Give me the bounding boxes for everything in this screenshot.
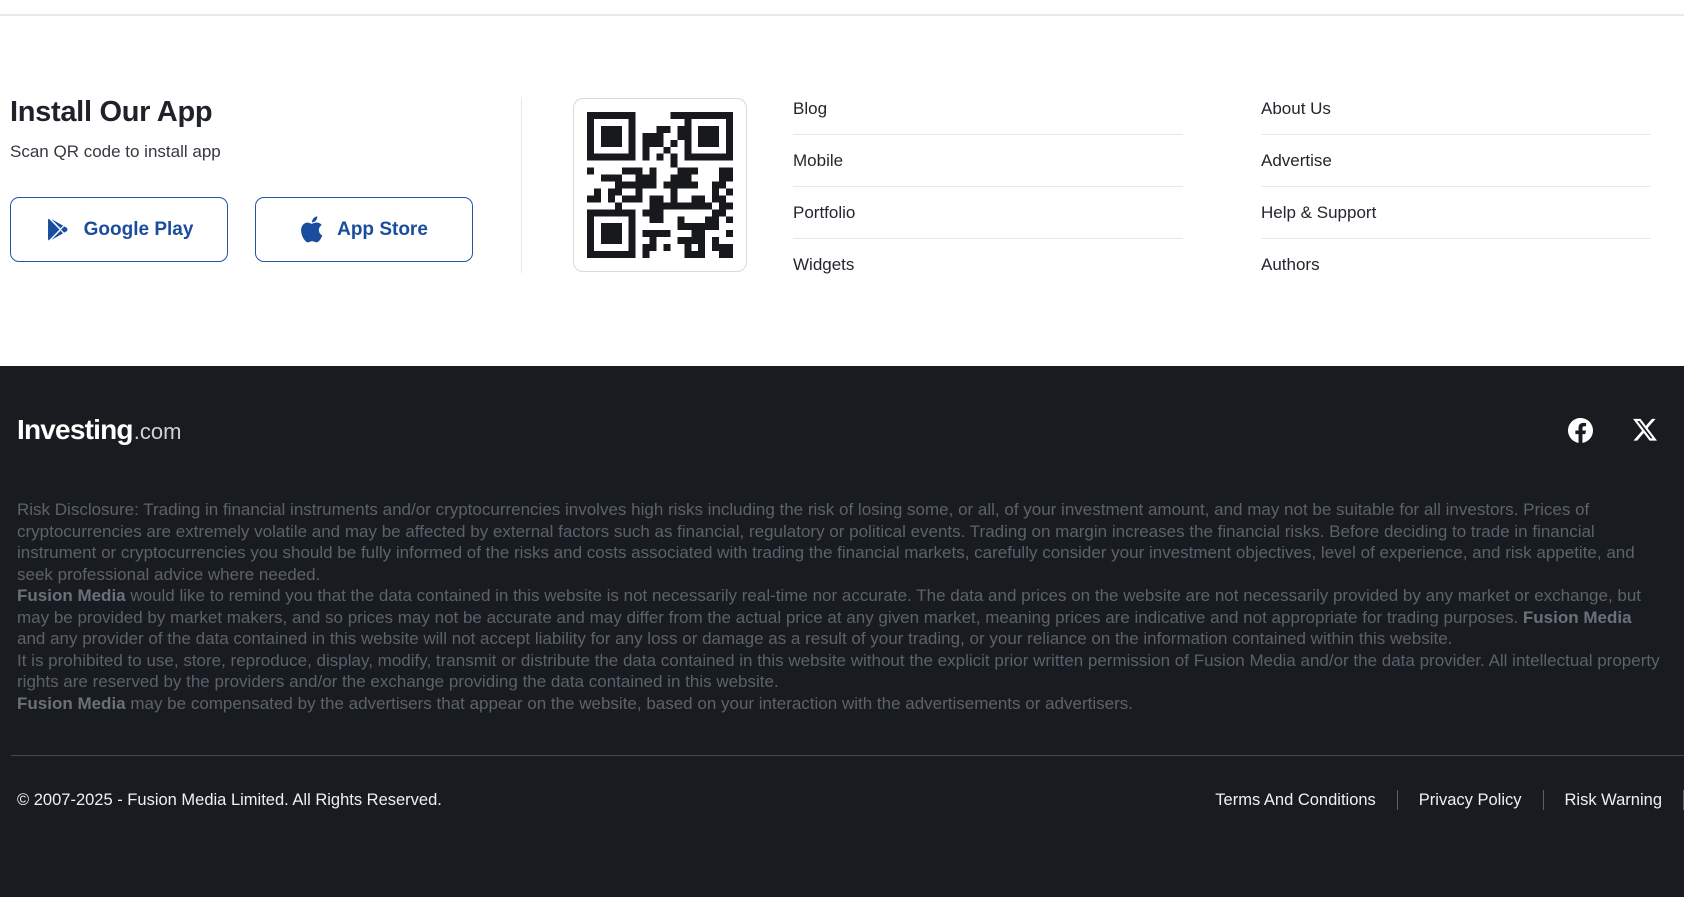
- disclosure-paragraph-4: Fusion Media may be compensated by the a…: [17, 693, 1660, 715]
- risk-warning-link[interactable]: Risk Warning: [1544, 791, 1684, 810]
- footer-link-advertise[interactable]: Advertise: [1261, 135, 1651, 187]
- copyright-text: © 2007-2025 - Fusion Media Limited. All …: [17, 791, 442, 810]
- legal-links: Terms And Conditions Privacy Policy Risk…: [1194, 790, 1684, 810]
- risk-disclosure: Risk Disclosure: Trading in financial in…: [17, 499, 1660, 714]
- page-footer: Install Our App Scan QR code to install …: [0, 0, 1684, 897]
- google-play-icon: [45, 216, 70, 243]
- logo-tld-text: .com: [134, 419, 182, 445]
- dark-footer: Investing.com Risk Disclosure: Trading i…: [0, 366, 1684, 897]
- qr-code: [587, 112, 733, 258]
- footer-links-column-2: About Us Advertise Help & Support Author…: [1261, 98, 1651, 290]
- footer-link-widgets[interactable]: Widgets: [793, 239, 1183, 290]
- google-play-label: Google Play: [84, 219, 194, 241]
- footer-link-portfolio[interactable]: Portfolio: [793, 187, 1183, 239]
- footer-link-about-us[interactable]: About Us: [1261, 98, 1651, 135]
- disclosure-paragraph-2: Fusion Media would like to remind you th…: [17, 585, 1660, 650]
- app-store-button[interactable]: App Store: [255, 197, 473, 262]
- disclosure-paragraph-1: Risk Disclosure: Trading in financial in…: [17, 499, 1660, 585]
- vertical-divider: [521, 97, 522, 273]
- footer-links-column-1: Blog Mobile Portfolio Widgets: [793, 98, 1183, 290]
- google-play-button[interactable]: Google Play: [10, 197, 228, 262]
- terms-and-conditions-link[interactable]: Terms And Conditions: [1194, 791, 1397, 810]
- footer-link-authors[interactable]: Authors: [1261, 239, 1651, 290]
- install-app-section: Install Our App Scan QR code to install …: [0, 14, 1684, 366]
- install-app-block: Install Our App Scan QR code to install …: [10, 95, 473, 262]
- qr-code-box: [573, 98, 747, 272]
- disclosure-paragraph-3: It is prohibited to use, store, reproduc…: [17, 650, 1660, 693]
- x-twitter-icon[interactable]: [1633, 418, 1658, 443]
- apple-icon: [300, 216, 323, 243]
- top-divider: [0, 14, 1684, 16]
- app-store-label: App Store: [337, 219, 428, 241]
- investing-logo[interactable]: Investing.com: [17, 414, 181, 446]
- footer-link-help-support[interactable]: Help & Support: [1261, 187, 1651, 239]
- footer-link-mobile[interactable]: Mobile: [793, 135, 1183, 187]
- footer-link-blog[interactable]: Blog: [793, 98, 1183, 135]
- install-app-subtitle: Scan QR code to install app: [10, 142, 473, 162]
- privacy-policy-link[interactable]: Privacy Policy: [1398, 791, 1543, 810]
- install-app-title: Install Our App: [10, 95, 473, 129]
- logo-brand-text: Investing: [17, 414, 133, 446]
- facebook-icon[interactable]: [1568, 418, 1593, 443]
